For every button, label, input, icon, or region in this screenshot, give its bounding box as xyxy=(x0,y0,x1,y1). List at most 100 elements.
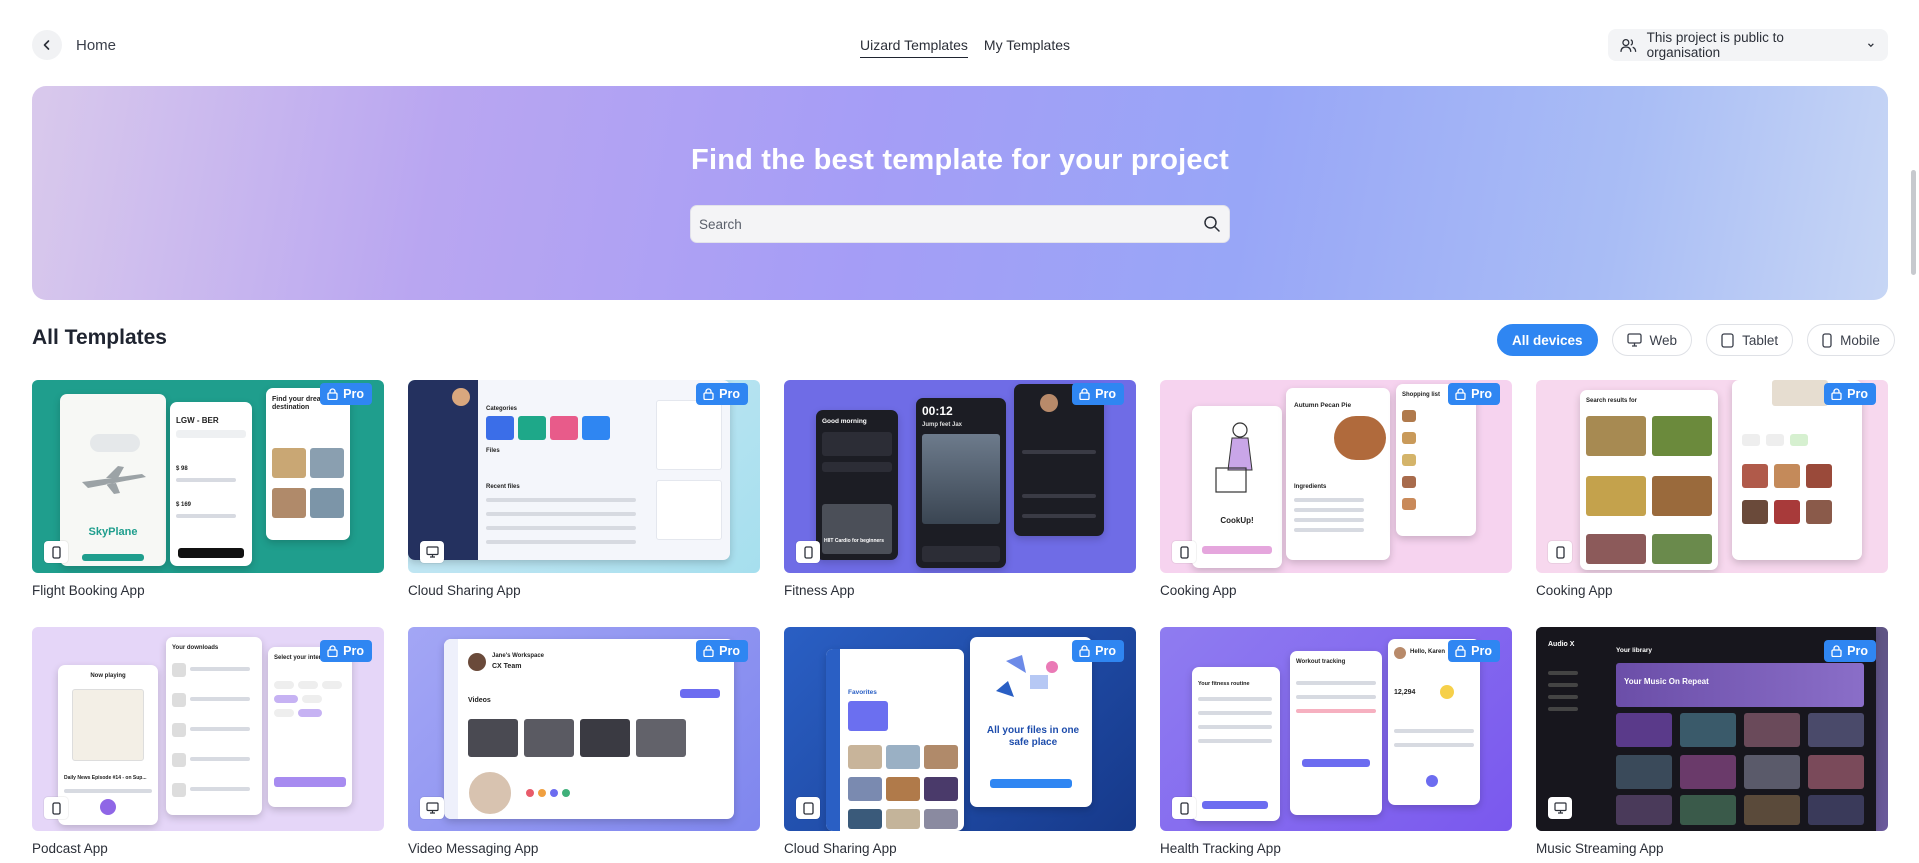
monitor-icon xyxy=(1626,333,1642,347)
section-title: All Templates xyxy=(32,326,167,349)
mock-search-text: Search results for xyxy=(1586,398,1638,404)
mock-user-text: Hello, Karen xyxy=(1410,649,1446,655)
filter-tablet[interactable]: Tablet xyxy=(1706,324,1794,356)
template-card[interactable]: Audio X Your library Your Music On Repea… xyxy=(1536,627,1888,856)
template-card[interactable]: SkyPlane LGW - BER $ 98 $ 169 Find your … xyxy=(32,380,384,598)
monitor-icon xyxy=(425,802,439,814)
pro-badge: Pro xyxy=(1072,383,1124,405)
tablet-icon xyxy=(802,801,814,815)
mock-screen: Your downloads xyxy=(166,637,262,815)
mock-steps-text: 12,294 xyxy=(1394,689,1416,696)
filter-web[interactable]: Web xyxy=(1611,324,1693,356)
mock-playlist-text: Your Music On Repeat xyxy=(1624,677,1709,686)
template-card[interactable]: Good morning HIIT Cardio for beginners 0… xyxy=(784,380,1136,598)
project-visibility-button[interactable]: This project is public to organisation xyxy=(1608,29,1888,61)
mobile-device-badge xyxy=(1172,797,1196,819)
mobile-device-badge xyxy=(796,541,820,563)
phone-icon xyxy=(51,801,61,815)
template-card[interactable]: CookUp! Autumn Pecan Pie Ingredients Sho… xyxy=(1160,380,1512,598)
visibility-label: This project is public to organisation xyxy=(1646,30,1784,60)
template-card[interactable]: Search results for Pro Cooking App xyxy=(1536,380,1888,598)
mock-favorites-text: Favorites xyxy=(848,689,877,696)
mock-downloads-text: Your downloads xyxy=(172,645,219,651)
mobile-device-badge xyxy=(1548,541,1572,563)
template-name: Cloud Sharing App xyxy=(784,841,897,856)
lock-icon xyxy=(1079,645,1090,657)
mobile-device-badge xyxy=(44,541,68,563)
chevron-left-icon xyxy=(43,40,50,50)
template-name: Video Messaging App xyxy=(408,841,539,856)
template-card[interactable]: Favorites All your files in one safe pla… xyxy=(784,627,1136,856)
mock-exercise-text: Jump feet Jax xyxy=(922,422,963,428)
filter-mobile[interactable]: Mobile xyxy=(1807,324,1895,356)
web-device-badge xyxy=(1548,797,1572,819)
mock-tracking-text: Workout tracking xyxy=(1296,659,1346,665)
back-button[interactable] xyxy=(32,30,62,60)
mock-screen: Shopping list xyxy=(1396,384,1476,536)
lock-icon xyxy=(327,645,338,657)
pro-label: Pro xyxy=(719,387,740,401)
monitor-icon xyxy=(425,546,439,558)
web-device-badge xyxy=(420,541,444,563)
mobile-device-badge xyxy=(796,797,820,819)
mock-headline-text: All your files in one safe place xyxy=(986,725,1080,748)
search-icon[interactable] xyxy=(1203,215,1221,233)
template-name: Music Streaming App xyxy=(1536,841,1664,856)
search-input[interactable] xyxy=(691,206,1229,242)
mock-screen: Your fitness routine xyxy=(1192,667,1280,821)
mock-library-text: Your library xyxy=(1616,647,1653,654)
mock-workspace-text: Jane's Workspace xyxy=(492,653,545,659)
phone-icon xyxy=(1179,545,1189,559)
template-card[interactable]: Categories Files Recent files Pro Cloud … xyxy=(408,380,760,598)
pro-badge: Pro xyxy=(1448,640,1500,662)
tab-my-templates[interactable]: My Templates xyxy=(984,37,1070,58)
mock-team-text: CX Team xyxy=(492,663,522,670)
lock-icon xyxy=(1455,645,1466,657)
home-link[interactable]: Home xyxy=(76,37,116,54)
mock-greeting-text: Good morning xyxy=(822,418,867,425)
template-thumbnail: SkyPlane LGW - BER $ 98 $ 169 Find your … xyxy=(32,380,384,573)
top-bar: Home Uizard Templates My Templates This … xyxy=(0,0,1919,86)
mock-recipe-text: Autumn Pecan Pie xyxy=(1294,402,1352,409)
pro-label: Pro xyxy=(719,644,740,658)
mock-brand-text: SkyPlane xyxy=(88,526,138,538)
filter-label: Web xyxy=(1649,332,1678,348)
lock-icon xyxy=(1831,388,1842,400)
template-thumbnail: Good morning HIIT Cardio for beginners 0… xyxy=(784,380,1136,573)
mock-section-text: Categories xyxy=(486,406,518,412)
pro-badge: Pro xyxy=(696,383,748,405)
template-name: Flight Booking App xyxy=(32,583,145,598)
phone-icon xyxy=(803,545,813,559)
tablet-icon xyxy=(1721,332,1734,348)
mock-price-text: $ 169 xyxy=(176,502,192,508)
pro-badge: Pro xyxy=(320,640,372,662)
template-name: Cooking App xyxy=(1536,583,1613,598)
pro-badge: Pro xyxy=(1072,640,1124,662)
mock-section-text: Videos xyxy=(468,697,491,704)
filter-label: Tablet xyxy=(1742,332,1779,348)
template-card[interactable]: Jane's Workspace CX Team Videos Pro Vide… xyxy=(408,627,760,856)
template-card[interactable]: Your fitness routine Workout tracking He… xyxy=(1160,627,1512,856)
mock-screen xyxy=(1014,384,1104,536)
lock-icon xyxy=(1455,388,1466,400)
filter-label: Mobile xyxy=(1840,332,1880,348)
mock-timer-text: 00:12 xyxy=(922,404,953,418)
lock-icon xyxy=(1831,645,1842,657)
lock-icon xyxy=(1079,388,1090,400)
filter-all-devices[interactable]: All devices xyxy=(1497,324,1598,356)
mock-section-text: Ingredients xyxy=(1294,484,1327,490)
template-card[interactable]: Now playing Daily News Episode #14 - on … xyxy=(32,627,384,856)
template-name: Podcast App xyxy=(32,841,108,856)
phone-icon xyxy=(1179,801,1189,815)
mock-screen: Categories Files Recent files xyxy=(408,380,730,560)
tab-uizard-templates[interactable]: Uizard Templates xyxy=(860,37,968,58)
mock-nowplaying-text: Now playing xyxy=(90,673,126,679)
mock-workout-text: HIIT Cardio for beginners xyxy=(824,538,885,544)
mock-screen: 00:12 Jump feet Jax xyxy=(916,398,1006,568)
device-filters: All devices Web Tablet Mobile xyxy=(1497,324,1895,356)
mock-screen: CookUp! xyxy=(1192,406,1282,568)
mobile-device-badge xyxy=(1172,541,1196,563)
page-scrollbar[interactable] xyxy=(1911,170,1916,275)
mock-screen: Jane's Workspace CX Team Videos xyxy=(444,639,734,819)
monitor-icon xyxy=(1553,802,1567,814)
